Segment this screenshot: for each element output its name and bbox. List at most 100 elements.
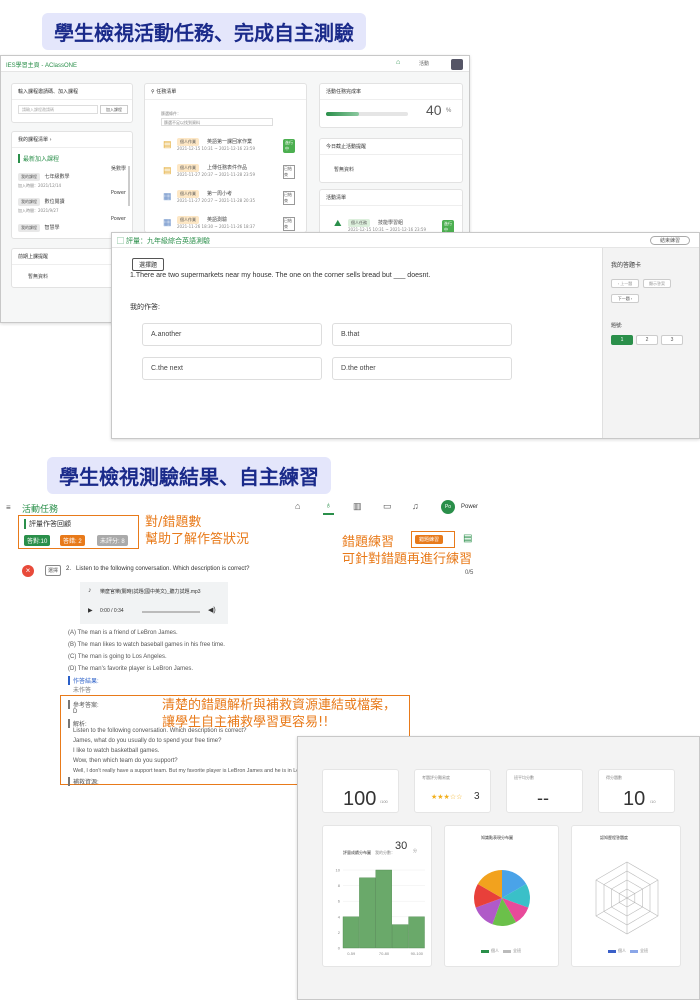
question-type-tag: 選擇 xyxy=(45,565,62,576)
audio-seek-bar[interactable] xyxy=(142,611,200,613)
task-tag: 個人作業 xyxy=(177,138,199,146)
scored-count-sub: /10 xyxy=(650,799,656,804)
course-teacher: 吳數學 xyxy=(110,166,126,172)
resource-label[interactable]: 補救資源: xyxy=(68,777,99,786)
task-date: 2021-12-15 10:31 ~ 2021-12-16 23:59 xyxy=(177,146,255,151)
question-number-1[interactable]: 1 xyxy=(611,335,633,345)
course-item[interactable]: 我的課程 七年級數學 吳數學 加入時間：2021/12/14 xyxy=(18,165,126,189)
bell-icon[interactable]: ♫ xyxy=(412,501,419,511)
activity-tag: 個人任務 xyxy=(348,219,370,227)
task-date: 2021-11-27 20:37 ~ 2021-11-28 23:59 xyxy=(177,172,255,177)
radar-card: 認知歷程答題度 個人 全班 xyxy=(571,825,681,967)
task-item[interactable]: ▤ 個人作業 上傳任務表件作品 2021-11-27 20:37 ~ 2021-… xyxy=(163,162,303,182)
prev-question-button[interactable]: ‹ 上一題 xyxy=(611,279,639,288)
course-tag: 我的課程 xyxy=(18,173,40,181)
analysis-line: James, what do you usually do to spend y… xyxy=(73,738,222,744)
menu-icon[interactable]: ≡ xyxy=(6,503,11,512)
histogram-bar xyxy=(359,877,376,949)
join-course-button[interactable]: 加入課程 xyxy=(100,105,128,114)
option-a[interactable]: A.another xyxy=(142,323,322,346)
task-item[interactable]: ▦ 個人作業 第一周小考 2021-11-27 20:27 ~ 2021-11-… xyxy=(163,188,303,208)
y-tick-label: 4 xyxy=(338,914,341,919)
task-status-button[interactable]: 進行中 xyxy=(283,139,295,153)
completion-progress-track xyxy=(326,112,408,116)
score-card: 100 /100 xyxy=(322,769,399,813)
radar-chart xyxy=(595,861,659,935)
x-tick-label: 70-80 xyxy=(379,951,390,956)
task-list-title: ⚲ 任務清單 xyxy=(145,84,306,100)
my-courses-title[interactable]: 我的課程清單 › xyxy=(12,132,132,148)
completion-title: 活動任務完成率 xyxy=(320,84,462,100)
option-c[interactable]: C.the next xyxy=(142,357,322,380)
legend-swatch-class xyxy=(630,950,638,953)
course-item[interactable]: 我的課程 數位閱讀 Power 加入時間：2021/9/27 xyxy=(18,190,126,214)
app-title: IES學習主頁 - AClassONE xyxy=(6,63,78,69)
legend-class: 全班 xyxy=(513,948,521,953)
course-name: 數位閱讀 xyxy=(44,199,65,205)
question-number-3[interactable]: 3 xyxy=(661,335,683,345)
finish-practice-button[interactable]: 結束練習 xyxy=(650,236,690,245)
menu-title: 活動任務 xyxy=(22,505,59,515)
my-courses-card: 我的課程清單 › 最新加入課程 我的課程 七年級數學 吳數學 加入時間：2021… xyxy=(11,131,133,239)
avatar[interactable] xyxy=(451,59,463,70)
audio-file-name[interactable]: 樂麼官樂(關時)試題(國中英文)_聽力試題.mp3 xyxy=(100,588,201,595)
invite-code-input[interactable]: 請輸入課程邀請碼 xyxy=(18,105,98,114)
task-quiz-icon: ▦ xyxy=(163,191,172,201)
header-activity[interactable]: 活動 xyxy=(419,60,429,67)
legend-personal: 個人 xyxy=(491,948,499,953)
option-d[interactable]: D.the other xyxy=(332,357,512,380)
task-name: 英語測驗 xyxy=(207,217,228,223)
pie-title: 知識點表現分布圖 xyxy=(481,835,513,840)
activity-name: 技能學習組 xyxy=(378,220,404,226)
play-icon[interactable]: ▶ xyxy=(88,607,93,614)
question-number: 2. xyxy=(66,566,72,572)
home-icon[interactable]: ⌂ xyxy=(295,501,300,511)
task-status-button[interactable]: 已結束 xyxy=(283,217,295,231)
quiz-screenshot: ▢ 評量：九年級綜合英語測驗 結束練習 選擇題 1.There are two … xyxy=(111,232,700,439)
task-name: 上傳任務表件作品 xyxy=(207,165,248,171)
option-b[interactable]: B.that xyxy=(332,323,512,346)
course-date: 加入時間：2021/12/14 xyxy=(18,183,62,188)
histogram-chart: 0 2 4 6 8 10 0-59 70-80 90-100 xyxy=(336,868,425,956)
scored-count-value: 10 xyxy=(623,788,646,810)
task-status-button[interactable]: 已結束 xyxy=(283,191,295,205)
filter-label: 篩選條件： xyxy=(161,111,181,116)
book-icon[interactable]: ▥ xyxy=(353,501,362,512)
list-icon[interactable]: ▤ xyxy=(463,533,472,544)
question-number-2[interactable]: 2 xyxy=(636,335,658,345)
histogram-bar xyxy=(342,916,360,949)
task-tag: 個人作業 xyxy=(177,216,199,224)
user-name[interactable]: Power xyxy=(461,504,478,510)
y-tick-label: 8 xyxy=(338,883,341,888)
user-avatar[interactable]: Po xyxy=(441,500,455,514)
show-answer-button[interactable]: 顯示答案 xyxy=(643,279,671,288)
chat-icon[interactable]: ▭ xyxy=(383,501,392,512)
volume-icon[interactable]: ◀) xyxy=(208,606,216,614)
lightbulb-icon[interactable]: ♁ xyxy=(323,500,334,515)
score-sub: /100 xyxy=(380,799,388,804)
choice-d: (D) The man's favorite player is LeBron … xyxy=(68,666,194,672)
unscored-count-chip: 未評分: 8 xyxy=(97,535,128,546)
task-item[interactable]: ▤ 個人作業 英語第一課回家作業 2021-12-15 10:31 ~ 2021… xyxy=(163,136,303,156)
histogram-title: 評量成績分布圖 xyxy=(343,850,371,855)
task-item[interactable]: ▦ 個人作業 英語測驗 2021-11-26 18:30 ~ 2021-11-2… xyxy=(163,214,303,234)
histogram-unit: 分 xyxy=(413,848,417,853)
task-status-button[interactable]: 已結束 xyxy=(283,165,295,179)
course-entry-card: 輸入課程邀請碼、加入課程 請輸入課程邀請碼 加入課程 xyxy=(11,83,133,123)
music-note-icon: ♪ xyxy=(88,587,92,594)
scrollbar[interactable] xyxy=(128,166,130,206)
task-date: 2021-11-27 20:27 ~ 2021-11-28 20:35 xyxy=(177,198,255,203)
difficulty-card: 考題評分難易度 ★★★☆☆ 3 xyxy=(414,769,491,813)
class-average-card: 班平均分數 -- xyxy=(506,769,583,813)
next-question-button[interactable]: 下一題 › xyxy=(611,294,639,303)
home-icon[interactable]: ⌂ xyxy=(396,59,400,66)
task-name: 第一周小考 xyxy=(207,191,233,197)
answer-card-panel: 我的答題卡 ‹ 上一題 顯示答案 下一題 › 題號: 1 2 3 xyxy=(602,248,699,438)
filter-input[interactable]: 篩選不足以找到資料 xyxy=(161,118,273,126)
completion-value: 40 xyxy=(426,102,442,118)
progress-count: 0/5 xyxy=(465,570,474,576)
latest-courses-subtitle: 最新加入課程 xyxy=(18,154,59,163)
histogram-my-score: 30 xyxy=(395,840,408,852)
wrong-practice-button[interactable]: 錯題練習 xyxy=(415,535,444,544)
course-item[interactable]: 我的課程 智慧學 Power xyxy=(18,216,126,234)
